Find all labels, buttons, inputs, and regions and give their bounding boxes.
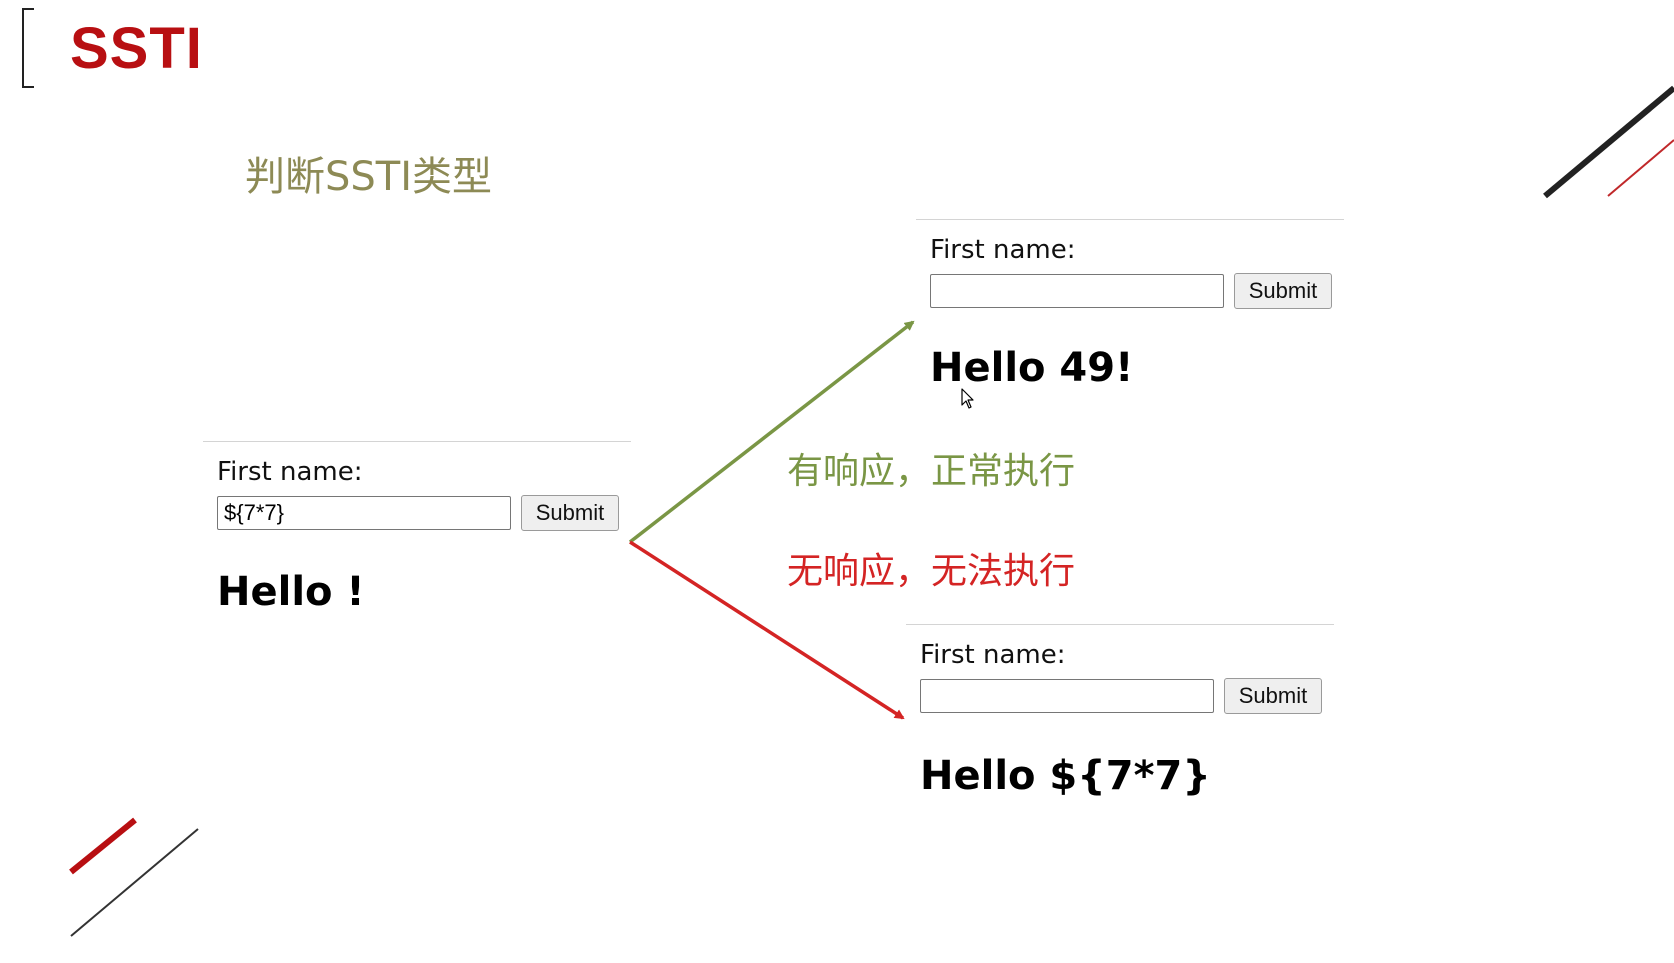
success-arrow <box>628 320 915 544</box>
fail-note: 无响应，无法执行 <box>787 551 1076 592</box>
slide-subtitle: 判断SSTI类型 <box>245 154 493 200</box>
bottom-left-dark-stripe <box>70 828 199 937</box>
first-name-label: First name: <box>217 457 363 487</box>
first-name-label: First name: <box>920 640 1066 670</box>
submit-button[interactable]: Submit <box>1224 678 1322 714</box>
success-form-panel: First name: Submit Hello 49! <box>916 219 1344 410</box>
fail-form-panel: First name: Submit Hello ${7*7} <box>906 624 1334 815</box>
first-name-input[interactable] <box>920 679 1214 713</box>
top-right-red-stripe <box>1607 139 1674 197</box>
title-bracket-decoration <box>22 8 34 88</box>
hello-result: Hello ! <box>217 569 365 615</box>
first-name-input[interactable]: ${7*7} <box>217 496 511 530</box>
first-name-input[interactable] <box>930 274 1224 308</box>
hello-result: Hello 49! <box>930 345 1134 391</box>
hello-result: Hello ${7*7} <box>920 753 1211 799</box>
submit-button[interactable]: Submit <box>521 495 619 531</box>
first-name-label: First name: <box>930 235 1076 265</box>
success-note: 有响应，正常执行 <box>787 451 1076 492</box>
bottom-left-red-stripe <box>69 817 137 875</box>
slide: SSTI 判断SSTI类型 First name: ${7*7} Submit … <box>0 0 1674 963</box>
submit-button[interactable]: Submit <box>1234 273 1332 309</box>
mouse-pointer-icon <box>961 388 974 409</box>
input-form-panel: First name: ${7*7} Submit Hello ! <box>203 441 631 642</box>
top-right-dark-stripe <box>1543 85 1674 199</box>
slide-title: SSTI <box>70 16 203 81</box>
